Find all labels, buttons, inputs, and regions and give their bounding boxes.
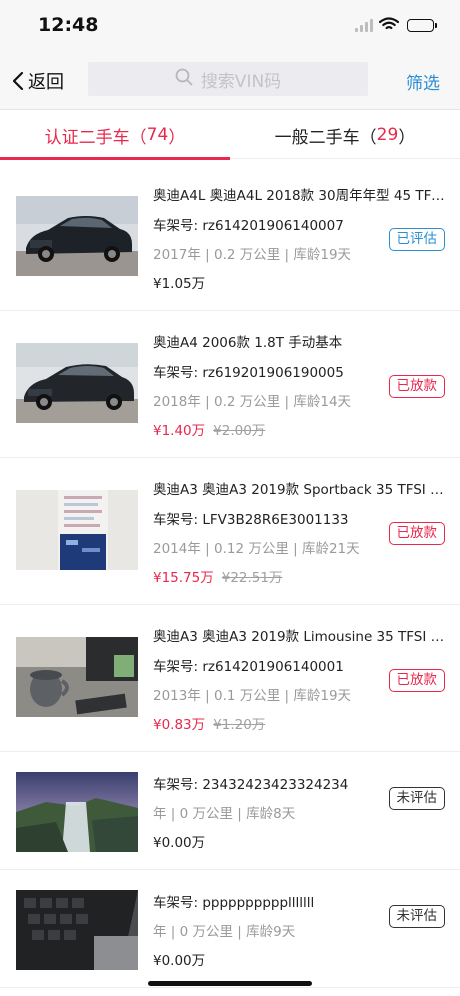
search-input[interactable]: 搜索VIN码 [88, 62, 368, 96]
price-row: ¥1.40万 ¥2.00万 [153, 419, 265, 439]
price: ¥0.00万 [153, 835, 206, 851]
home-indicator [148, 981, 312, 986]
tab-general[interactable]: 一般二手车（29） [230, 111, 460, 159]
status-badge: 已放款 [388, 375, 445, 398]
car-title: 奥迪A4L 奥迪A4L 2018款 30周年年型 45 TFSI quattro [153, 188, 453, 204]
tab-label: 一般二手车 [274, 127, 360, 148]
filter-button[interactable]: 筛选 [406, 69, 440, 94]
status-icons [355, 16, 437, 35]
list-item[interactable]: 奥迪A4L 奥迪A4L 2018款 30周年年型 45 TFSI quattro… [0, 164, 460, 311]
car-meta: 2017年 | 0.2 万公里 | 库龄19天 [153, 247, 352, 263]
car-photo [16, 196, 138, 276]
document-photo [16, 490, 138, 570]
cellular-signal-icon [355, 19, 373, 32]
chevron-left-icon [12, 71, 24, 91]
desk-photo [16, 637, 138, 717]
status-bar: 12:48 [0, 0, 460, 52]
price: ¥0.83万 [153, 717, 206, 733]
keyboard-photo [16, 890, 138, 970]
status-badge: 已评估 [388, 228, 445, 251]
list-item[interactable]: 奥迪A4 2006款 1.8T 手动基本 车架号: rz619201906190… [0, 311, 460, 458]
back-label: 返回 [28, 72, 64, 93]
status-badge: 未评估 [388, 787, 445, 810]
price: ¥0.00万 [153, 953, 206, 969]
list-item[interactable]: 奥迪A3 奥迪A3 2019款 Sportback 35 TFSI 运动型 车架… [0, 458, 460, 605]
status-time: 12:48 [38, 14, 99, 36]
car-title: 奥迪A3 奥迪A3 2019款 Limousine 35 TFSI 进取型 [153, 629, 453, 645]
status-badge: 已放款 [388, 669, 445, 692]
car-meta: 年 | 0 万公里 | 库龄9天 [153, 924, 296, 940]
vin-text: 车架号: rz614201906140001 [153, 659, 344, 675]
price-row: ¥0.00万 [153, 831, 205, 851]
tab-bar: 认证二手车（74） 一般二手车（29） [0, 111, 460, 160]
wifi-icon [378, 16, 400, 35]
price-row: ¥15.75万 ¥22.51万 [153, 566, 283, 586]
price-row: ¥0.83万 ¥1.20万 [153, 713, 265, 733]
landscape-photo [16, 772, 138, 852]
tab-count: 74 [146, 125, 169, 145]
car-meta: 2018年 | 0.2 万公里 | 库龄14天 [153, 394, 352, 410]
list-item[interactable]: 奥迪A3 奥迪A3 2019款 Limousine 35 TFSI 进取型 车架… [0, 605, 460, 752]
car-meta: 2013年 | 0.1 万公里 | 库龄19天 [153, 688, 352, 704]
price-row: ¥1.05万 [153, 272, 205, 292]
original-price: ¥2.00万 [213, 423, 266, 439]
battery-icon [407, 19, 437, 32]
vin-text: 车架号: LFV3B28R6E3001133 [153, 512, 349, 528]
tab-certified[interactable]: 认证二手车（74） [0, 111, 230, 160]
car-photo [16, 343, 138, 423]
status-badge: 已放款 [388, 522, 445, 545]
price: ¥1.05万 [153, 276, 206, 292]
vin-text: 车架号: rz619201906190005 [153, 365, 344, 381]
original-price: ¥22.51万 [221, 570, 283, 586]
vin-text: 车架号: rz614201906140007 [153, 218, 344, 234]
back-button[interactable]: 返回 [12, 68, 64, 94]
nav-bar: 返回 搜索VIN码 筛选 [0, 52, 460, 110]
vin-text: 车架号: pppppppppplllllll [153, 895, 315, 911]
vin-text: 车架号: 23432423423324234 [153, 777, 349, 793]
tab-count: 29 [376, 125, 399, 145]
list-item[interactable]: 车架号: 23432423423324234 年 | 0 万公里 | 库龄8天 … [0, 752, 460, 870]
price: ¥15.75万 [153, 570, 214, 586]
status-badge: 未评估 [388, 905, 445, 928]
price: ¥1.40万 [153, 423, 206, 439]
original-price: ¥1.20万 [213, 717, 266, 733]
tab-label: 认证二手车 [44, 127, 130, 148]
vehicle-list: 奥迪A4L 奥迪A4L 2018款 30周年年型 45 TFSI quattro… [0, 164, 460, 988]
car-title: 奥迪A4 2006款 1.8T 手动基本 [153, 335, 343, 351]
car-title: 奥迪A3 奥迪A3 2019款 Sportback 35 TFSI 运动型 [153, 482, 453, 498]
car-meta: 年 | 0 万公里 | 库龄8天 [153, 806, 296, 822]
list-item[interactable]: 车架号: pppppppppplllllll 年 | 0 万公里 | 库龄9天 … [0, 870, 460, 988]
search-icon [175, 68, 193, 91]
price-row: ¥0.00万 [153, 949, 205, 969]
car-meta: 2014年 | 0.12 万公里 | 库龄21天 [153, 541, 360, 557]
search-placeholder: 搜索VIN码 [200, 71, 282, 92]
